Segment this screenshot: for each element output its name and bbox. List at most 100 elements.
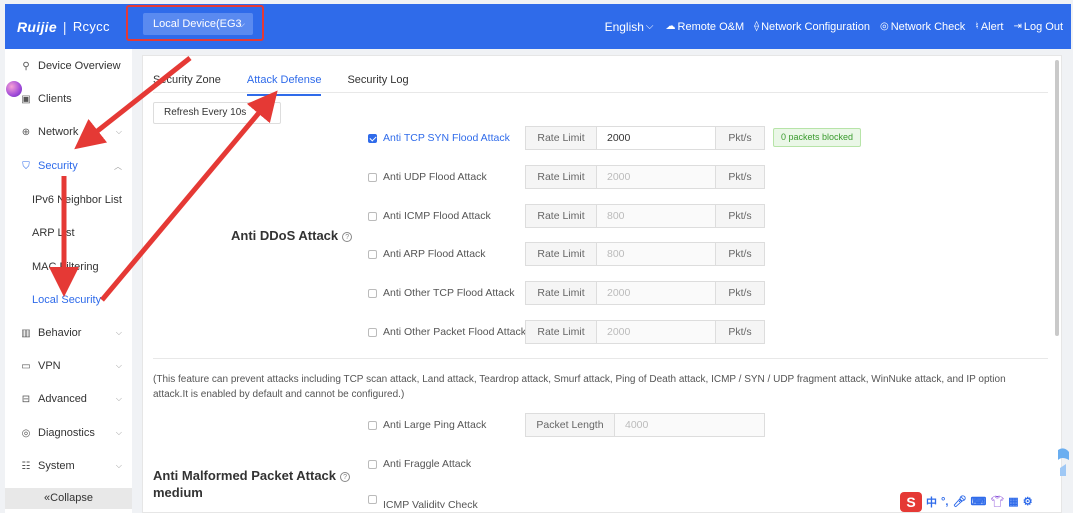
- rule-row: Anti ICMP Flood Attack: [368, 204, 525, 228]
- help-icon[interactable]: ?: [342, 231, 353, 242]
- shield-icon: ⛉: [22, 160, 30, 172]
- clients-icon: ▣: [21, 93, 31, 105]
- rate-limit-input[interactable]: 2000: [597, 165, 715, 189]
- chevron-down-icon: ⌵: [115, 328, 122, 337]
- feature-note: (This feature can prevent attacks includ…: [153, 374, 1006, 400]
- section-divider: [153, 358, 1048, 359]
- ime-punctuation[interactable]: °,: [941, 496, 948, 508]
- side-widget-icon[interactable]: [1056, 446, 1070, 478]
- chart-icon: ▥: [21, 327, 31, 339]
- alert-icon: ♮: [975, 21, 979, 32]
- alert-link[interactable]: ♮ Alert: [975, 21, 1003, 33]
- collapse-button[interactable]: «Collapse: [5, 488, 132, 509]
- cloud-icon: ☁: [665, 21, 676, 32]
- rate-limit-group: Rate Limit 800 Pkt/s: [525, 242, 765, 266]
- sidebar-item-device-overview[interactable]: ⚲ Device Overview: [5, 55, 132, 77]
- chevron-down-icon: ⌵: [238, 19, 245, 29]
- brand-name: Ruijie: [17, 18, 57, 35]
- brand-logo: Ruijie | Rcycc: [17, 18, 110, 35]
- chevron-down-icon: ⌵: [115, 127, 122, 136]
- network-check-link[interactable]: ◎ Network Check: [880, 21, 965, 33]
- keyboard-icon[interactable]: ⌨: [970, 495, 986, 508]
- monitor-icon: ▭: [21, 360, 31, 372]
- sidebar-sub-local-security[interactable]: Local Security: [32, 294, 101, 306]
- ime-chinese-mode[interactable]: 中: [926, 494, 937, 510]
- language-select[interactable]: English ⌵: [605, 20, 654, 34]
- chevron-down-icon: ⌵: [115, 428, 122, 437]
- sidebar-item-behavior[interactable]: ▥ Behavior ⌵: [5, 322, 132, 344]
- globe-icon: ⊕: [21, 126, 31, 138]
- checkbox-large-ping[interactable]: [368, 420, 377, 430]
- anti-ddos-title: Anti DDoS Attack?: [231, 228, 353, 243]
- packet-length-input[interactable]: 4000: [615, 413, 765, 437]
- top-nav: English ⌵ ☁ Remote O&M ⟠ Network Configurat…: [605, 4, 1063, 49]
- sidebar-item-advanced[interactable]: ⊟ Advanced ⌵: [5, 388, 132, 410]
- settings-icon: ☷: [21, 460, 31, 472]
- microphone-icon[interactable]: 🎤︎: [952, 495, 966, 508]
- sidebar-item-clients[interactable]: ▣ Clients: [5, 88, 132, 110]
- tabs-divider: [153, 92, 1048, 93]
- sogou-icon[interactable]: S: [900, 491, 922, 512]
- refresh-select[interactable]: Refresh Every 10s: [153, 102, 281, 124]
- checkbox-fraggle[interactable]: [368, 459, 377, 469]
- packet-length-group: Packet Length 4000: [525, 413, 765, 437]
- checkbox-udp[interactable]: [368, 172, 377, 182]
- rate-limit-group: Rate Limit 2000 Pkt/s: [525, 320, 765, 344]
- chevron-up-icon: ︿: [114, 161, 122, 171]
- chevron-down-icon: ⌵: [115, 461, 122, 470]
- assistant-float-icon[interactable]: [6, 81, 22, 97]
- logout-link[interactable]: ⇥ Log Out: [1013, 21, 1063, 33]
- anti-malformed-title: Anti Malformed Packet Attack? medium: [153, 467, 351, 501]
- sidebar-item-system[interactable]: ☷ System ⌵: [5, 455, 132, 477]
- checkbox-other-packet[interactable]: [368, 327, 377, 337]
- checkbox-icmp-validity[interactable]: [368, 494, 377, 504]
- scrollbar[interactable]: [1055, 60, 1059, 336]
- ime-tray: S 中 °, 🎤︎ ⌨ 👕︎ ▦ ⚙: [900, 490, 1073, 513]
- sidebar-item-security[interactable]: ⛉ Security ︿: [5, 155, 132, 177]
- help-icon[interactable]: ?: [340, 471, 351, 482]
- chevron-down-icon: ⌵: [115, 361, 122, 370]
- rate-limit-group: Rate Limit 2000 Pkt/s: [525, 281, 765, 305]
- checkbox-icmp[interactable]: [368, 211, 377, 221]
- sidebar-item-diagnostics[interactable]: ◎ Diagnostics ⌵: [5, 422, 132, 444]
- sidebar: ⚲ Device Overview ▣ Clients ⊕ Network ⌵ ⛉ Sec…: [5, 49, 132, 513]
- rate-limit-input[interactable]: 2000: [597, 126, 715, 150]
- apps-icon[interactable]: ▦: [1008, 495, 1018, 508]
- sidebar-item-vpn[interactable]: ▭ VPN ⌵: [5, 355, 132, 377]
- rule-row: Anti UDP Flood Attack: [368, 165, 525, 189]
- checkbox-tcp-syn[interactable]: [368, 133, 377, 143]
- rule-row: Anti Other TCP Flood Attack: [368, 281, 525, 305]
- main-content: Security Zone Attack Defense Security Lo…: [142, 55, 1062, 513]
- rule-row: ICMP Validity Check: [368, 490, 525, 508]
- skin-icon[interactable]: 👕︎: [990, 495, 1004, 508]
- sidebar-sub-arp-list[interactable]: ARP List: [32, 227, 75, 239]
- rule-row: Anti Other Packet Flood Attack: [368, 320, 526, 344]
- rate-limit-input[interactable]: 800: [597, 204, 715, 228]
- rule-row: Anti Large Ping Attack: [368, 413, 525, 437]
- sidebar-sub-mac-filtering[interactable]: MAC Filtering: [32, 261, 99, 273]
- gear-icon[interactable]: ⚙: [1023, 495, 1033, 508]
- checkbox-arp[interactable]: [368, 249, 377, 259]
- sidebar-sub-ipv6-neighbor-list[interactable]: IPv6 Neighbor List: [32, 194, 122, 206]
- briefcase-icon: ⊟: [21, 393, 31, 405]
- security-level: medium: [153, 485, 203, 500]
- checkbox-other-tcp[interactable]: [368, 288, 377, 298]
- check-icon: ◎: [879, 21, 889, 32]
- rule-row: Anti Fraggle Attack: [368, 452, 525, 476]
- rate-limit-input[interactable]: 2000: [597, 320, 715, 344]
- topology-icon: ⚲: [22, 60, 30, 72]
- rate-limit-group: Rate Limit 800 Pkt/s: [525, 204, 765, 228]
- blocked-badge: 0 packets blocked: [773, 128, 862, 147]
- rate-limit-input[interactable]: 2000: [597, 281, 715, 305]
- rule-row: Anti ARP Flood Attack: [368, 242, 525, 266]
- diagnostics-icon: ◎: [21, 427, 31, 439]
- device-select[interactable]: Local Device(EG3 ⌵: [143, 13, 253, 35]
- logout-icon: ⇥: [1013, 21, 1022, 32]
- chevron-down-icon: ⌵: [115, 394, 122, 403]
- rule-row: Anti TCP SYN Flood Attack: [368, 126, 525, 150]
- brand-sub: Rcycc: [72, 19, 110, 34]
- remote-om-link[interactable]: ☁ Remote O&M: [666, 21, 745, 33]
- network-configuration-link[interactable]: ⟠ Network Configuration: [754, 21, 870, 33]
- rate-limit-input[interactable]: 800: [597, 242, 715, 266]
- sidebar-item-network[interactable]: ⊕ Network ⌵: [5, 121, 132, 143]
